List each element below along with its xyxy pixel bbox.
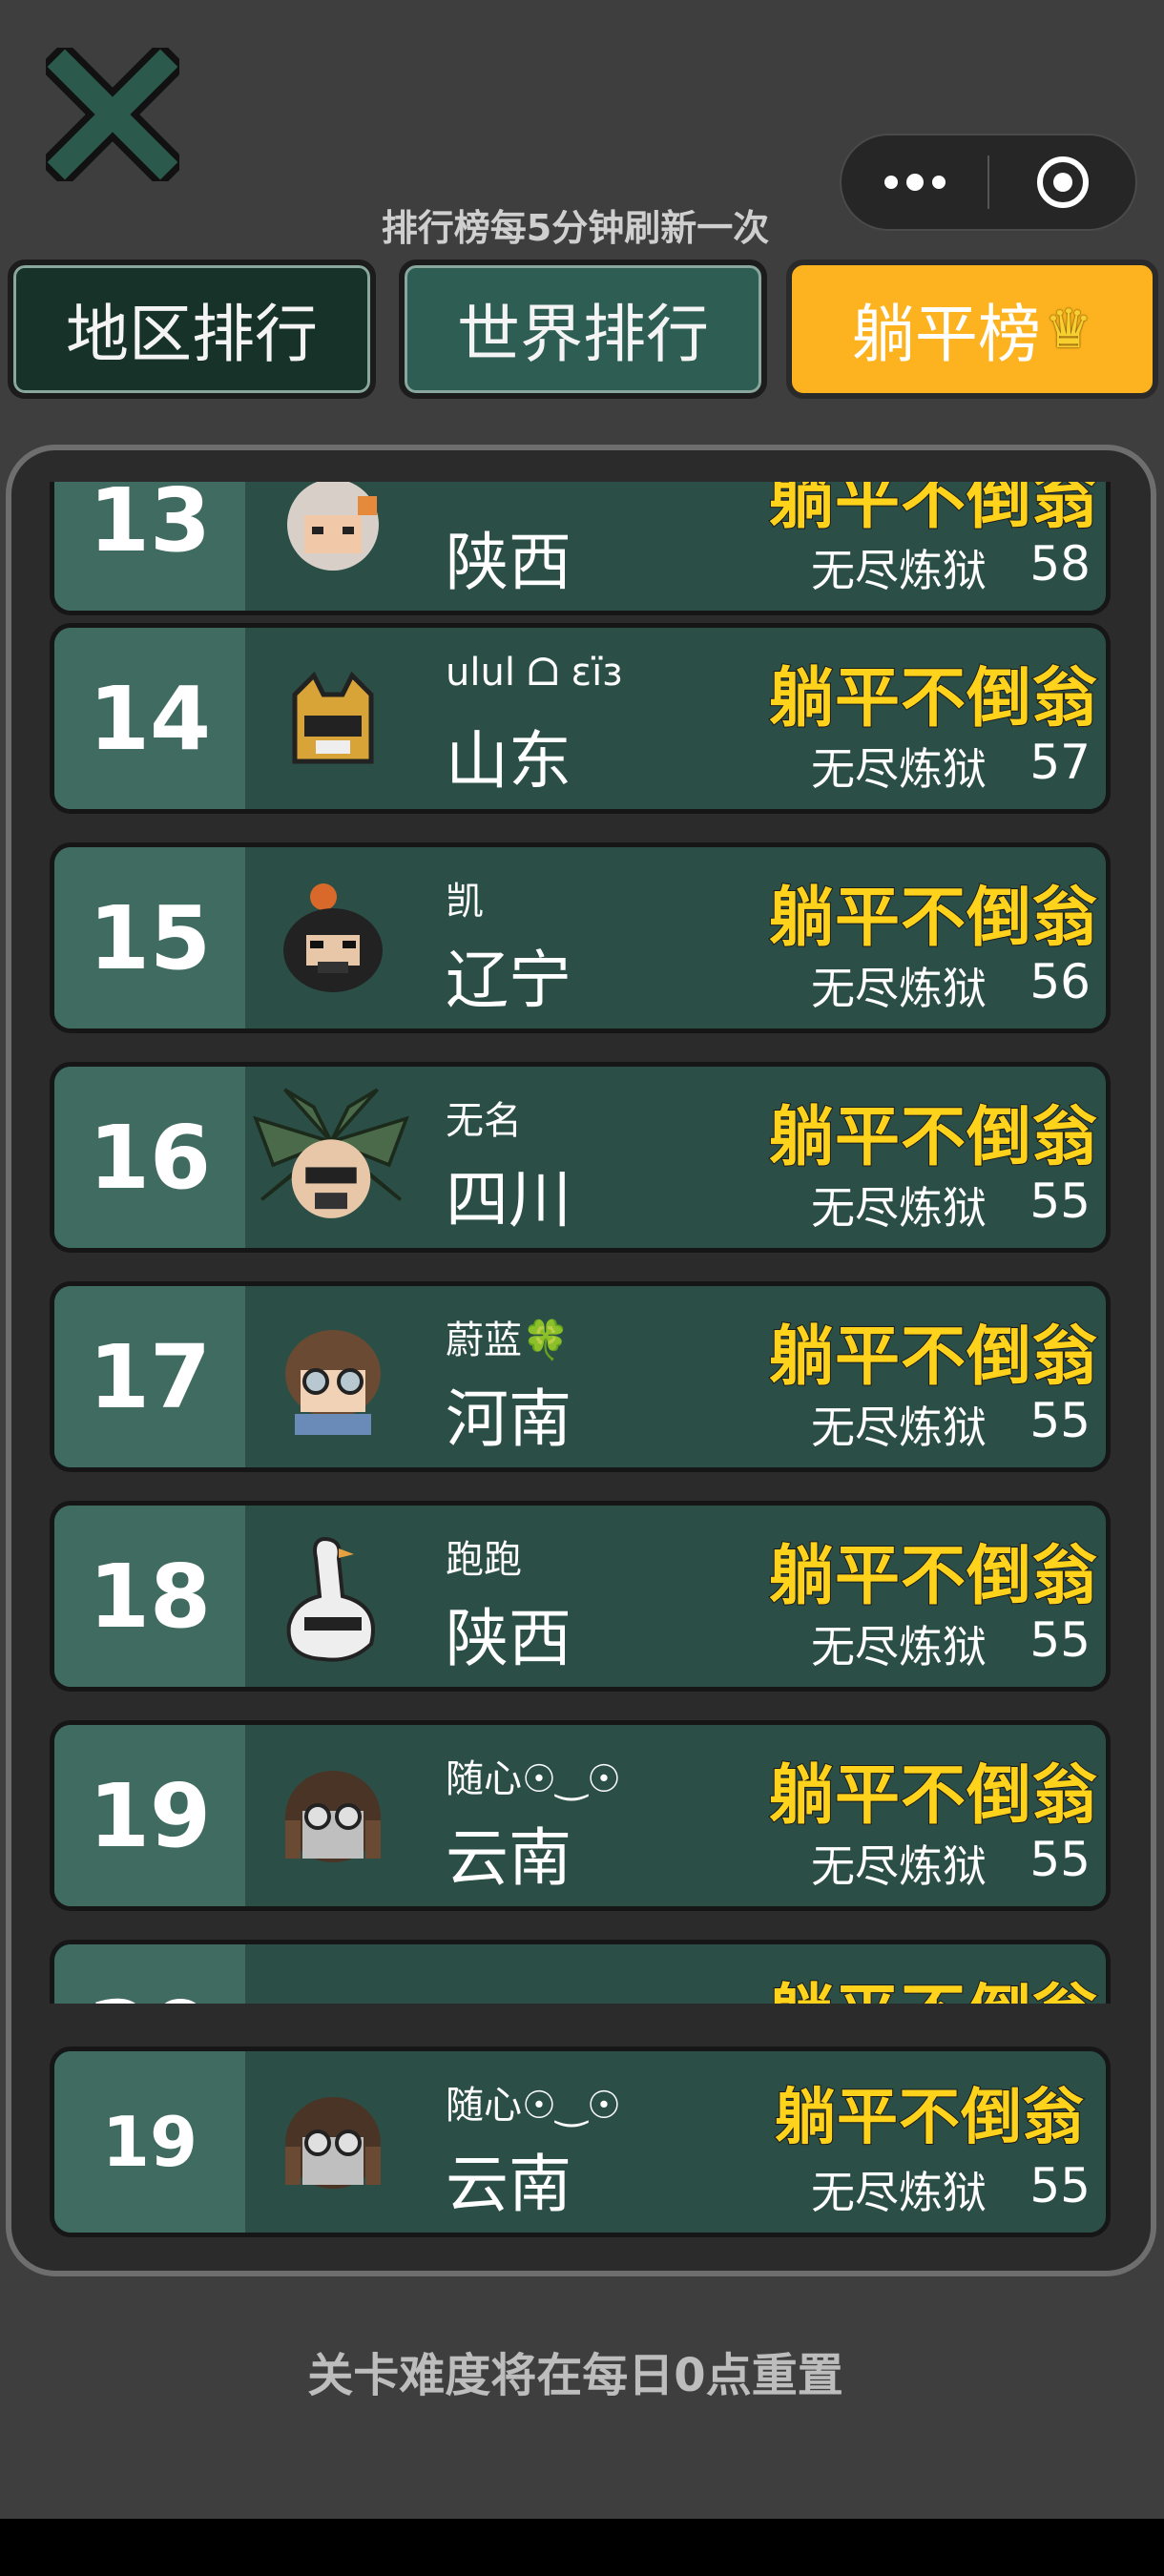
player-score: 55: [1029, 1612, 1091, 1668]
avatar: [292, 671, 374, 764]
rank-number: 20: [54, 1944, 245, 2004]
my-game-mode: 无尽炼狱: [811, 2167, 987, 2218]
game-mode: 无尽炼狱: [811, 1840, 987, 1892]
list-item[interactable]: 15 凯 辽宁 躺平不倒翁 无尽炼狱 56: [50, 842, 1111, 1033]
avatar: [285, 1771, 381, 1862]
avatar: [287, 482, 379, 571]
list-item[interactable]: 13 陕西 躺平不倒翁 无尽炼狱 58: [50, 482, 1111, 615]
close-icon: [37, 39, 188, 190]
list-item[interactable]: 16 无名 四川 躺平不倒翁 无尽炼狱 55: [50, 1062, 1111, 1253]
game-mode: 无尽炼狱: [811, 743, 987, 795]
player-score: 55: [1029, 1832, 1091, 1887]
player-score: 55: [1029, 1174, 1091, 1229]
player-nickname: 跑跑: [446, 1538, 522, 1582]
player-score: 55: [1029, 1393, 1091, 1448]
player-score: 57: [1029, 735, 1091, 790]
tab-world-rank[interactable]: 世界排行: [399, 260, 767, 399]
tab-label: 世界排行: [457, 298, 709, 371]
avatar: [285, 1330, 381, 1435]
leaderboard-list[interactable]: 13 陕西 躺平不倒翁 无尽炼狱 58 14 ulul ᗝ εïз 山东 躺平不…: [38, 482, 1126, 2004]
my-score: 55: [1029, 2158, 1091, 2213]
rank-number: 15: [54, 847, 245, 1028]
list-item[interactable]: 17 蔚蓝🍀 河南 躺平不倒翁 无尽炼狱 55: [50, 1281, 1111, 1472]
list-item[interactable]: 14 ulul ᗝ εïз 山东 躺平不倒翁 无尽炼狱 57: [50, 623, 1111, 814]
tab-lying-flat-rank[interactable]: 躺平榜 ♛: [786, 260, 1158, 399]
game-mode: 无尽炼狱: [811, 963, 987, 1014]
player-title: 躺平不倒翁: [768, 482, 1098, 539]
player-title: 躺平不倒翁: [768, 1319, 1098, 1396]
player-region: 辽宁: [446, 944, 572, 1017]
player-score: 58: [1029, 536, 1091, 592]
refresh-note: 排行榜每5分钟刷新一次: [381, 207, 770, 249]
more-dots-icon: [883, 174, 946, 191]
tab-region-rank[interactable]: 地区排行: [8, 260, 376, 399]
player-region: 山东: [446, 724, 572, 798]
player-region: 陕西: [446, 1602, 572, 1675]
rank-number: 17: [54, 1286, 245, 1467]
player-region: 河南: [446, 1382, 572, 1456]
player-nickname: 凯: [446, 880, 484, 924]
player-title: 躺平不倒翁: [768, 1757, 1098, 1835]
list-item[interactable]: 19 随心☉‿☉ 云南 躺平不倒翁 无尽炼狱 55: [50, 1720, 1111, 1911]
rank-number: 13: [54, 482, 245, 611]
player-region: 陕西: [446, 526, 572, 599]
rank-number: 14: [54, 628, 245, 809]
avatar: [286, 1536, 375, 1662]
my-rank-row[interactable]: 19 随心☉‿☉ 云南 躺平不倒翁 无尽炼狱 55: [50, 2046, 1111, 2237]
close-button[interactable]: [37, 39, 188, 190]
system-nav-bar: [0, 2519, 1164, 2576]
rank-number: 19: [54, 1725, 245, 1906]
my-avatar: [285, 2097, 381, 2189]
player-region: 四川: [446, 1163, 572, 1236]
player-title: 躺平不倒翁: [768, 1538, 1098, 1615]
my-rank-number: 19: [54, 2051, 245, 2233]
crown-icon: ♛: [1044, 298, 1093, 361]
player-title: 躺平不倒翁: [768, 660, 1098, 737]
my-region: 云南: [446, 2148, 572, 2221]
game-mode: 无尽炼狱: [811, 1621, 987, 1672]
my-nickname: 随心☉‿☉: [446, 2084, 621, 2128]
list-item[interactable]: 18 跑跑 陕西 躺平不倒翁 无尽炼狱 55: [50, 1501, 1111, 1692]
player-title: 躺平不倒翁: [768, 1962, 1098, 2004]
rank-number: 16: [54, 1067, 245, 1248]
player-nickname: 随心☉‿☉: [446, 1757, 621, 1801]
player-title: 躺平不倒翁: [768, 880, 1098, 957]
player-region: 云南: [446, 1821, 572, 1895]
player-score: 56: [1029, 954, 1091, 1009]
avatar: [253, 1088, 409, 1218]
avatar: [266, 1973, 400, 2004]
player-nickname: 蔚蓝🍀: [446, 1319, 570, 1362]
player-title: 躺平不倒翁: [768, 1099, 1098, 1176]
game-mode: 无尽炼狱: [811, 1402, 987, 1453]
tab-label: 躺平榜: [851, 298, 1041, 371]
tab-label: 地区排行: [66, 298, 318, 371]
avatar: [283, 883, 383, 992]
list-item[interactable]: 20 躺平不倒翁: [50, 1940, 1111, 2004]
player-nickname: ulul ᗝ εïз: [446, 651, 623, 695]
rank-number: 18: [54, 1506, 245, 1687]
reset-note: 关卡难度将在每日0点重置: [307, 2349, 843, 2402]
game-mode: 无尽炼狱: [811, 545, 987, 596]
game-mode: 无尽炼狱: [811, 1182, 987, 1234]
my-title: 躺平不倒翁: [774, 2082, 1085, 2154]
player-nickname: 无名: [446, 1099, 522, 1143]
